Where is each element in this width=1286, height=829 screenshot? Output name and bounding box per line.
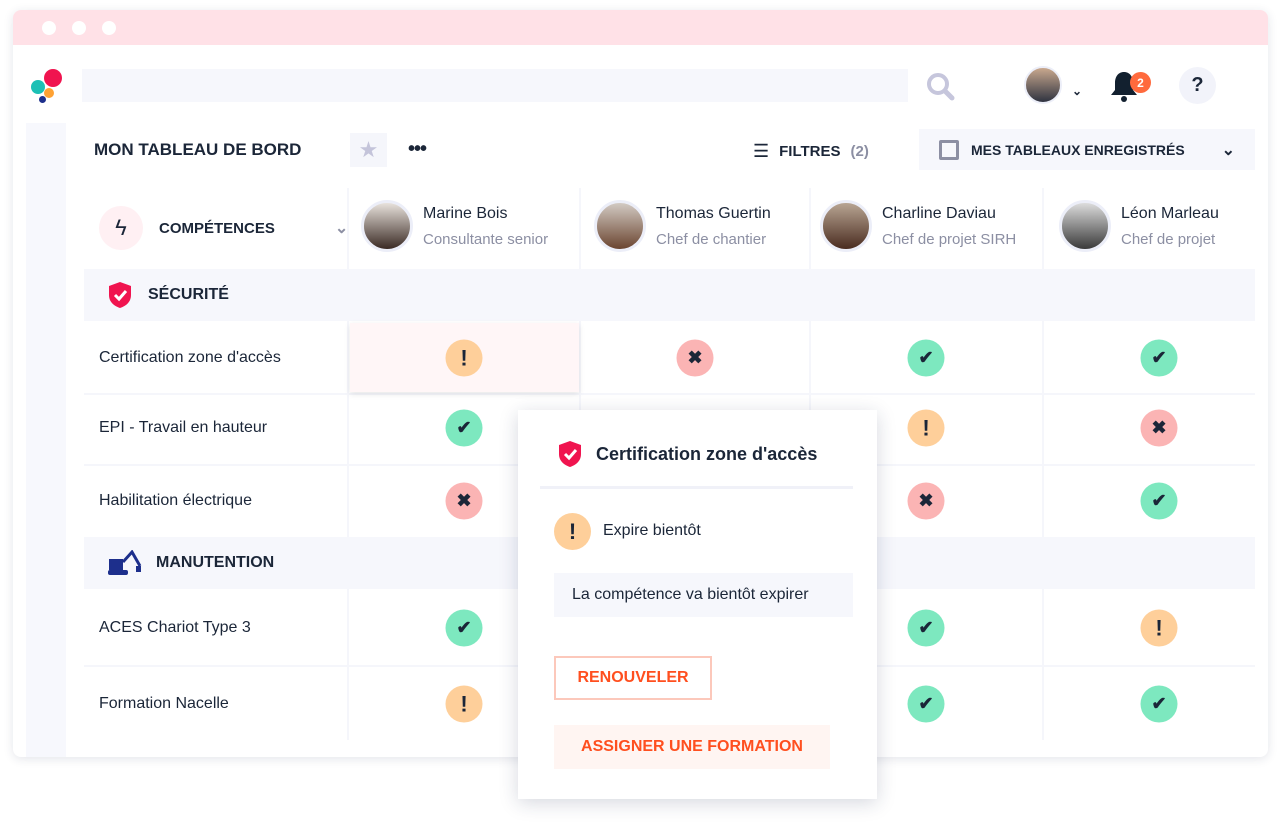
- skill-row-label: ACES Chariot Type 3: [99, 619, 251, 636]
- status-message: La compétence va bientôt expirer: [554, 573, 853, 617]
- help-button[interactable]: ?: [1179, 67, 1216, 104]
- chevron-down-icon[interactable]: ⌄: [1072, 84, 1082, 98]
- group-label: SÉCURITÉ: [148, 286, 229, 303]
- search-input[interactable]: [82, 69, 908, 102]
- person-column-header[interactable]: Thomas Guertin Chef de chantier: [594, 200, 771, 252]
- saved-dashboards-dropdown[interactable]: MES TABLEAUX ENREGISTRÉS ⌄: [919, 129, 1255, 170]
- person-role: Chef de chantier: [656, 230, 767, 248]
- status-no-icon[interactable]: ✖: [676, 339, 714, 377]
- person-name: Charline Daviau: [882, 204, 996, 222]
- skill-row-label: Habilitation électrique: [99, 492, 252, 509]
- status-ok-icon[interactable]: ✔: [907, 685, 945, 723]
- status-ok-icon[interactable]: ✔: [445, 609, 483, 647]
- excavator-icon: [108, 550, 142, 575]
- search-icon[interactable]: [925, 71, 955, 101]
- status-label: Expire bientôt: [603, 522, 701, 539]
- avatar: [594, 200, 646, 252]
- chevron-down-icon: ⌄: [1221, 141, 1235, 159]
- status-ok-icon[interactable]: ✔: [907, 609, 945, 647]
- save-icon: [939, 139, 959, 160]
- status-ok-icon[interactable]: ✔: [1140, 685, 1178, 723]
- skill-detail-popup: Certification zone d'accès ! Expire bien…: [518, 410, 877, 799]
- person-name: Marine Bois: [423, 204, 508, 222]
- user-avatar[interactable]: [1024, 66, 1062, 104]
- divider: [540, 486, 853, 489]
- avatar: [820, 200, 872, 252]
- skills-label: COMPÉTENCES: [159, 219, 275, 237]
- person-role: Chef de projet: [1121, 230, 1216, 248]
- person-name: Thomas Guertin: [656, 204, 771, 222]
- title-bar: [13, 10, 1268, 45]
- list-icon: ☰: [753, 141, 770, 161]
- filters-button[interactable]: ☰ FILTRES (2): [753, 141, 869, 162]
- person-role: Chef de projet SIRH: [882, 230, 1017, 248]
- person-column-header[interactable]: Marine Bois Consultante senior: [361, 200, 548, 252]
- avatar: [361, 200, 413, 252]
- status-no-icon[interactable]: ✖: [907, 482, 945, 520]
- window-dot[interactable]: [42, 21, 56, 35]
- status-no-icon[interactable]: ✖: [1140, 409, 1178, 447]
- window-dot[interactable]: [72, 21, 86, 35]
- page-title: MON TABLEAU DE BORD: [94, 140, 302, 159]
- group-label: MANUTENTION: [156, 554, 275, 571]
- warning-icon: !: [554, 513, 591, 550]
- saved-label: MES TABLEAUX ENREGISTRÉS: [971, 141, 1185, 158]
- skills-selector[interactable]: ϟ COMPÉTENCES ⌄: [99, 206, 348, 250]
- status-warn-icon[interactable]: !: [1140, 609, 1178, 647]
- avatar: [1059, 200, 1111, 252]
- more-button[interactable]: •••: [408, 138, 427, 161]
- status-warn-icon[interactable]: !: [445, 685, 483, 723]
- status-warn-icon[interactable]: !: [445, 339, 483, 377]
- person-role: Consultante senior: [423, 230, 549, 248]
- status-ok-icon[interactable]: ✔: [907, 339, 945, 377]
- popup-title: Certification zone d'accès: [596, 444, 818, 464]
- lightning-icon: ϟ: [99, 206, 143, 250]
- status-ok-icon[interactable]: ✔: [1140, 482, 1178, 520]
- person-column-header[interactable]: Léon Marleau Chef de projet: [1059, 200, 1219, 252]
- skill-row-label: Formation Nacelle: [99, 695, 229, 712]
- person-column-header[interactable]: Charline Daviau Chef de projet SIRH: [820, 200, 1016, 252]
- skill-row-label: Certification zone d'accès: [99, 349, 281, 366]
- star-icon[interactable]: ★: [350, 133, 387, 167]
- window-dot[interactable]: [102, 21, 116, 35]
- status-warn-icon[interactable]: !: [907, 409, 945, 447]
- person-name: Léon Marleau: [1121, 204, 1219, 222]
- assign-training-button[interactable]: ASSIGNER UNE FORMATION: [554, 725, 830, 769]
- status-ok-icon[interactable]: ✔: [445, 409, 483, 447]
- skill-row-label: EPI - Travail en hauteur: [99, 419, 268, 436]
- notification-badge: 2: [1130, 72, 1151, 93]
- filters-label: FILTRES: [779, 143, 841, 160]
- renew-button[interactable]: RENOUVELER: [554, 656, 712, 700]
- group-header-securite: SÉCURITÉ: [84, 269, 1255, 321]
- filters-count: (2): [850, 143, 869, 160]
- status-ok-icon[interactable]: ✔: [1140, 339, 1178, 377]
- status-no-icon[interactable]: ✖: [445, 482, 483, 520]
- sidebar: [26, 123, 66, 757]
- shield-icon: [559, 441, 581, 467]
- shield-icon: [109, 282, 131, 308]
